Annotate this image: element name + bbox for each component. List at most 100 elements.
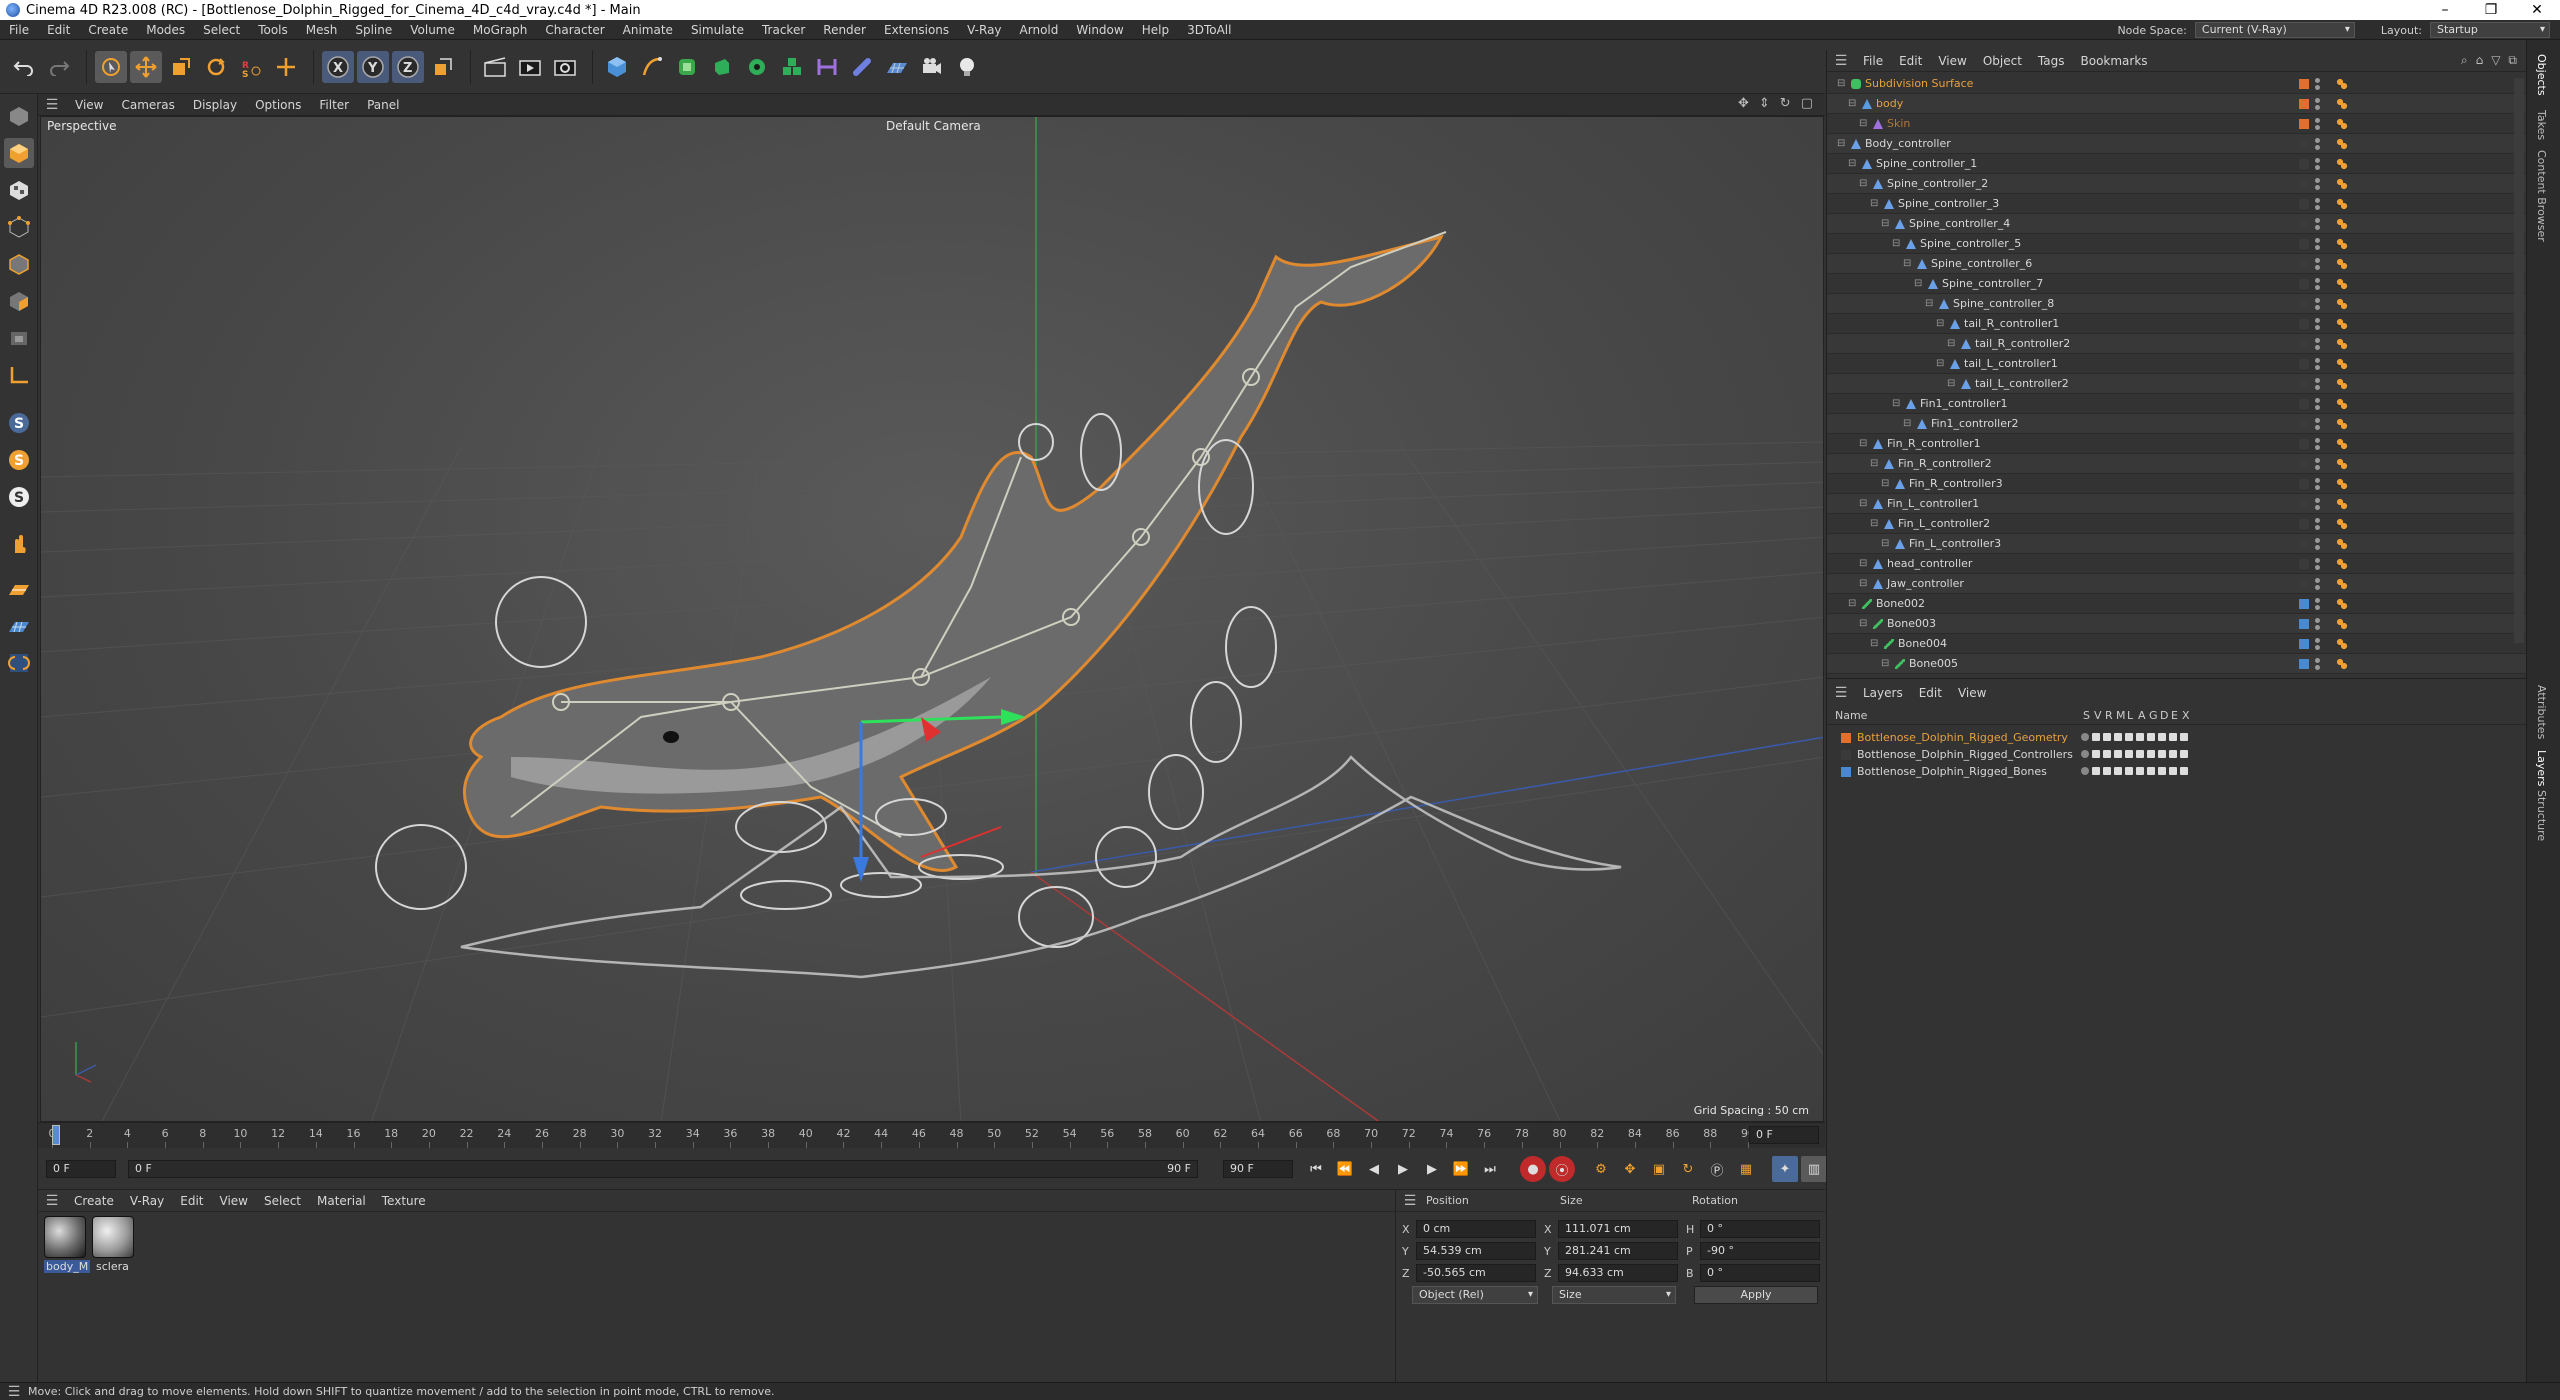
- layer-color-swatch[interactable]: [1841, 750, 1851, 760]
- current-frame-field[interactable]: 0 F: [1749, 1126, 1819, 1144]
- object-row[interactable]: ⊟ Fin_R_controller2: [1827, 454, 2527, 474]
- rotation-p-field[interactable]: -90 °: [1700, 1242, 1820, 1260]
- layer-flag-toggle[interactable]: [2180, 750, 2188, 758]
- expand-toggle-icon[interactable]: ⊟: [1925, 294, 1933, 314]
- display-tag-icon[interactable]: [2337, 519, 2347, 529]
- render-visibility-dot[interactable]: [2315, 405, 2320, 410]
- y-axis-lock-button[interactable]: Y: [357, 50, 389, 83]
- layer-row[interactable]: Bottlenose_Dolphin_Rigged_Controllers: [1827, 746, 2527, 763]
- menu-mesh[interactable]: Mesh: [297, 23, 347, 37]
- editor-visibility-dot[interactable]: [2315, 298, 2320, 303]
- floor-button[interactable]: [881, 51, 913, 83]
- object-name[interactable]: tail_R_controller1: [1964, 314, 2059, 334]
- expand-toggle-icon[interactable]: ⊟: [1848, 94, 1856, 114]
- render-visibility-dot[interactable]: [2315, 665, 2320, 670]
- render-visibility-dot[interactable]: [2315, 645, 2320, 650]
- home-icon[interactable]: ⌂: [2476, 53, 2484, 68]
- object-name[interactable]: Fin1_controller2: [1931, 414, 2019, 434]
- material-menu-create[interactable]: Create: [66, 1194, 122, 1208]
- layer-flag-toggle[interactable]: [2169, 767, 2177, 775]
- render-visibility-dot[interactable]: [2315, 625, 2320, 630]
- expand-toggle-icon[interactable]: ⊟: [1881, 654, 1889, 674]
- layer-row[interactable]: Bottlenose_Dolphin_Rigged_Geometry: [1827, 729, 2527, 746]
- camera-button[interactable]: [916, 51, 948, 83]
- layer-color-indicator[interactable]: [2299, 499, 2309, 509]
- render-visibility-dot[interactable]: [2315, 125, 2320, 130]
- workplane-snap-button[interactable]: S: [4, 445, 34, 475]
- mograph-button[interactable]: [776, 51, 808, 83]
- editor-visibility-dot[interactable]: [2315, 318, 2320, 323]
- expand-toggle-icon[interactable]: ⊟: [1881, 534, 1889, 554]
- extrude-button[interactable]: [706, 51, 738, 83]
- next-frame-button[interactable]: ▶: [1419, 1156, 1445, 1182]
- editor-visibility-dot[interactable]: [2315, 418, 2320, 423]
- points-mode-button[interactable]: [4, 212, 34, 242]
- apply-button[interactable]: Apply: [1694, 1286, 1818, 1304]
- object-row[interactable]: ⊟ tail_L_controller1: [1827, 354, 2527, 374]
- weight-tag-icon[interactable]: [2337, 659, 2347, 669]
- editor-visibility-dot[interactable]: [2315, 338, 2320, 343]
- object-name[interactable]: Bone005: [1909, 654, 1958, 674]
- object-row[interactable]: ⊟ Spine_controller_2: [1827, 174, 2527, 194]
- workplane-button[interactable]: [4, 574, 34, 604]
- tab-takes[interactable]: Takes: [2535, 110, 2548, 140]
- expand-toggle-icon[interactable]: ⊟: [1848, 154, 1856, 174]
- expand-toggle-icon[interactable]: ⊟: [1870, 454, 1878, 474]
- field-button[interactable]: [846, 51, 878, 83]
- object-tree-scrollbar[interactable]: [2514, 78, 2524, 643]
- render-visibility-dot[interactable]: [2315, 305, 2320, 310]
- menu-file[interactable]: File: [0, 23, 38, 37]
- render-visibility-dot[interactable]: [2315, 85, 2320, 90]
- layer-flag-toggle[interactable]: [2136, 767, 2144, 775]
- object-row[interactable]: ⊟ Fin_R_controller3: [1827, 474, 2527, 494]
- material-thumbnail-sclera[interactable]: [92, 1216, 134, 1258]
- layer-color-indicator[interactable]: [2299, 379, 2309, 389]
- menu-render[interactable]: Render: [814, 23, 875, 37]
- layer-color-indicator[interactable]: [2299, 79, 2309, 89]
- layer-name[interactable]: Bottlenose_Dolphin_Rigged_Controllers: [1857, 746, 2073, 763]
- object-name[interactable]: Jaw_controller: [1887, 574, 1964, 594]
- object-tree[interactable]: ⊟ Subdivision Surface ⊟ body ⊟ Skin ⊟ Body_cont…: [1827, 74, 2527, 674]
- spline-pen-button[interactable]: [636, 51, 668, 83]
- object-menu-view[interactable]: View: [1930, 54, 1974, 68]
- tweak-mode-button[interactable]: [4, 530, 34, 560]
- uv-mode-button[interactable]: [4, 323, 34, 353]
- layer-flag-toggle[interactable]: [2136, 733, 2144, 741]
- layer-color-indicator[interactable]: [2299, 179, 2309, 189]
- node-space-dropdown[interactable]: Current (V-Ray): [2194, 22, 2355, 38]
- deformer-button[interactable]: [811, 51, 843, 83]
- tab-layers[interactable]: Layers: [2535, 750, 2548, 786]
- menu-create[interactable]: Create: [79, 23, 137, 37]
- restore-button[interactable]: ❐: [2468, 0, 2514, 20]
- viewport-menu-display[interactable]: Display: [184, 98, 246, 112]
- transform-tool-button[interactable]: RS: [235, 51, 267, 83]
- render-visibility-dot[interactable]: [2315, 285, 2320, 290]
- material-menu-view[interactable]: View: [212, 1194, 256, 1208]
- layer-flag-toggle[interactable]: [2081, 733, 2089, 741]
- texture-mode-button[interactable]: [4, 175, 34, 205]
- object-name[interactable]: Fin1_controller1: [1920, 394, 2008, 414]
- object-row[interactable]: ⊟ head_controller: [1827, 554, 2527, 574]
- object-name[interactable]: Spine_controller_6: [1931, 254, 2032, 274]
- axis-mode-button[interactable]: [4, 360, 34, 390]
- viewport-menu-cameras[interactable]: Cameras: [112, 98, 183, 112]
- expand-toggle-icon[interactable]: ⊟: [1859, 554, 1867, 574]
- material-label-sclera[interactable]: sclera: [96, 1260, 129, 1273]
- motion-clip-button[interactable]: ✦: [1772, 1156, 1798, 1182]
- record-keys-button[interactable]: ●: [1520, 1156, 1546, 1182]
- search-icon[interactable]: ⌕: [2461, 53, 2468, 68]
- go-to-start-button[interactable]: ⏮: [1303, 1156, 1329, 1182]
- expand-toggle-icon[interactable]: ⊟: [1859, 494, 1867, 514]
- x-axis-lock-button[interactable]: X: [322, 50, 354, 83]
- display-tag-icon[interactable]: [2337, 119, 2347, 129]
- object-row[interactable]: ⊟ Fin_R_controller1: [1827, 434, 2527, 454]
- layer-flag-toggle[interactable]: [2158, 750, 2166, 758]
- editor-visibility-dot[interactable]: [2315, 198, 2320, 203]
- layer-flag-toggle[interactable]: [2103, 750, 2111, 758]
- editor-visibility-dot[interactable]: [2315, 78, 2320, 83]
- dolphin-model[interactable]: [462, 234, 1444, 872]
- editor-visibility-dot[interactable]: [2315, 658, 2320, 663]
- expand-toggle-icon[interactable]: ⊟: [1914, 274, 1922, 294]
- editor-visibility-dot[interactable]: [2315, 398, 2320, 403]
- menu-mograph[interactable]: MoGraph: [464, 23, 537, 37]
